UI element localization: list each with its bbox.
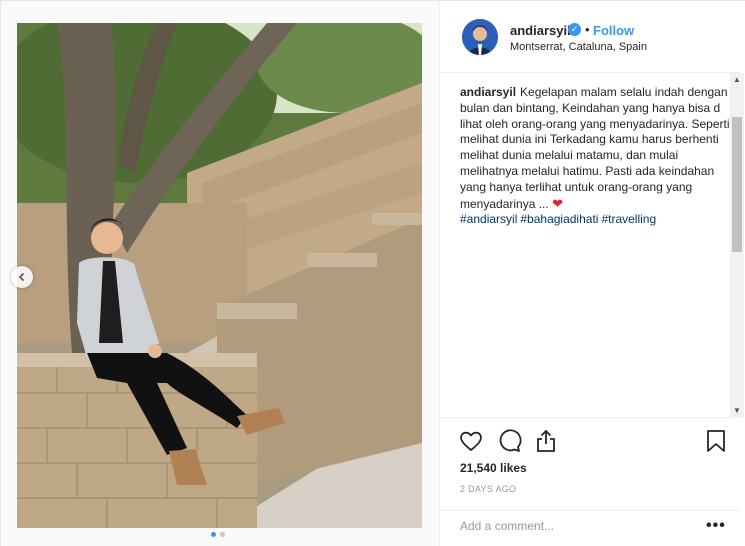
carousel-indicator bbox=[211, 532, 225, 537]
separator: • bbox=[585, 22, 590, 37]
media-panel bbox=[1, 1, 439, 546]
more-options-button[interactable]: ••• bbox=[706, 517, 726, 535]
bookmark-icon bbox=[707, 430, 725, 452]
carousel-dot bbox=[211, 532, 216, 537]
comment-button[interactable] bbox=[496, 428, 522, 454]
heart-icon bbox=[460, 431, 482, 451]
comment-form: ••• bbox=[440, 510, 740, 546]
caption: andiarsyil Kegelapan malam selalu indah d… bbox=[460, 85, 730, 228]
post-modal: andiarsyil ✓ • Follow Montserrat, Catalu… bbox=[0, 0, 745, 546]
username-link[interactable]: andiarsyil bbox=[510, 23, 571, 38]
post-sidebar: andiarsyil ✓ • Follow Montserrat, Catalu… bbox=[439, 1, 745, 546]
previous-photo-button[interactable] bbox=[11, 266, 33, 288]
hashtag-link[interactable]: #andiarsyil bbox=[460, 212, 517, 226]
chevron-left-icon bbox=[18, 272, 25, 282]
action-bar: 21,540 likes 2 DAYS AGO ••• bbox=[440, 417, 740, 546]
post-date[interactable]: 2 DAYS AGO bbox=[460, 484, 516, 494]
caption-username[interactable]: andiarsyil bbox=[460, 85, 516, 99]
hashtag-link[interactable]: #travelling bbox=[601, 212, 656, 226]
like-count[interactable]: 21,540 likes bbox=[460, 461, 527, 475]
hashtag-list: #andiarsyil #bahagiadihati #travelling bbox=[460, 212, 730, 228]
follow-button[interactable]: Follow bbox=[593, 23, 634, 38]
like-button[interactable] bbox=[458, 428, 484, 454]
post-header: andiarsyil ✓ • Follow Montserrat, Catalu… bbox=[440, 1, 740, 73]
heart-emoji: ❤ bbox=[552, 195, 563, 211]
save-button[interactable] bbox=[703, 428, 729, 454]
scroll-down-arrow-icon[interactable]: ▼ bbox=[733, 406, 741, 415]
carousel-dot bbox=[220, 532, 225, 537]
caption-scrollbar[interactable]: ▲ ▼ bbox=[730, 73, 744, 417]
comment-icon bbox=[499, 429, 522, 452]
caption-text: Kegelapan malam selalu indah dengan bula… bbox=[460, 85, 730, 211]
post-photo bbox=[17, 23, 422, 528]
location-link[interactable]: Montserrat, Cataluna, Spain bbox=[510, 41, 647, 53]
hashtag-link[interactable]: #bahagiadihati bbox=[520, 212, 598, 226]
comment-input[interactable] bbox=[460, 519, 690, 533]
verified-badge-icon: ✓ bbox=[568, 23, 581, 36]
scroll-up-arrow-icon[interactable]: ▲ bbox=[733, 75, 741, 84]
share-button[interactable] bbox=[533, 428, 559, 454]
share-icon bbox=[537, 429, 555, 452]
avatar[interactable] bbox=[462, 19, 498, 55]
scrollbar-thumb[interactable] bbox=[732, 117, 742, 252]
